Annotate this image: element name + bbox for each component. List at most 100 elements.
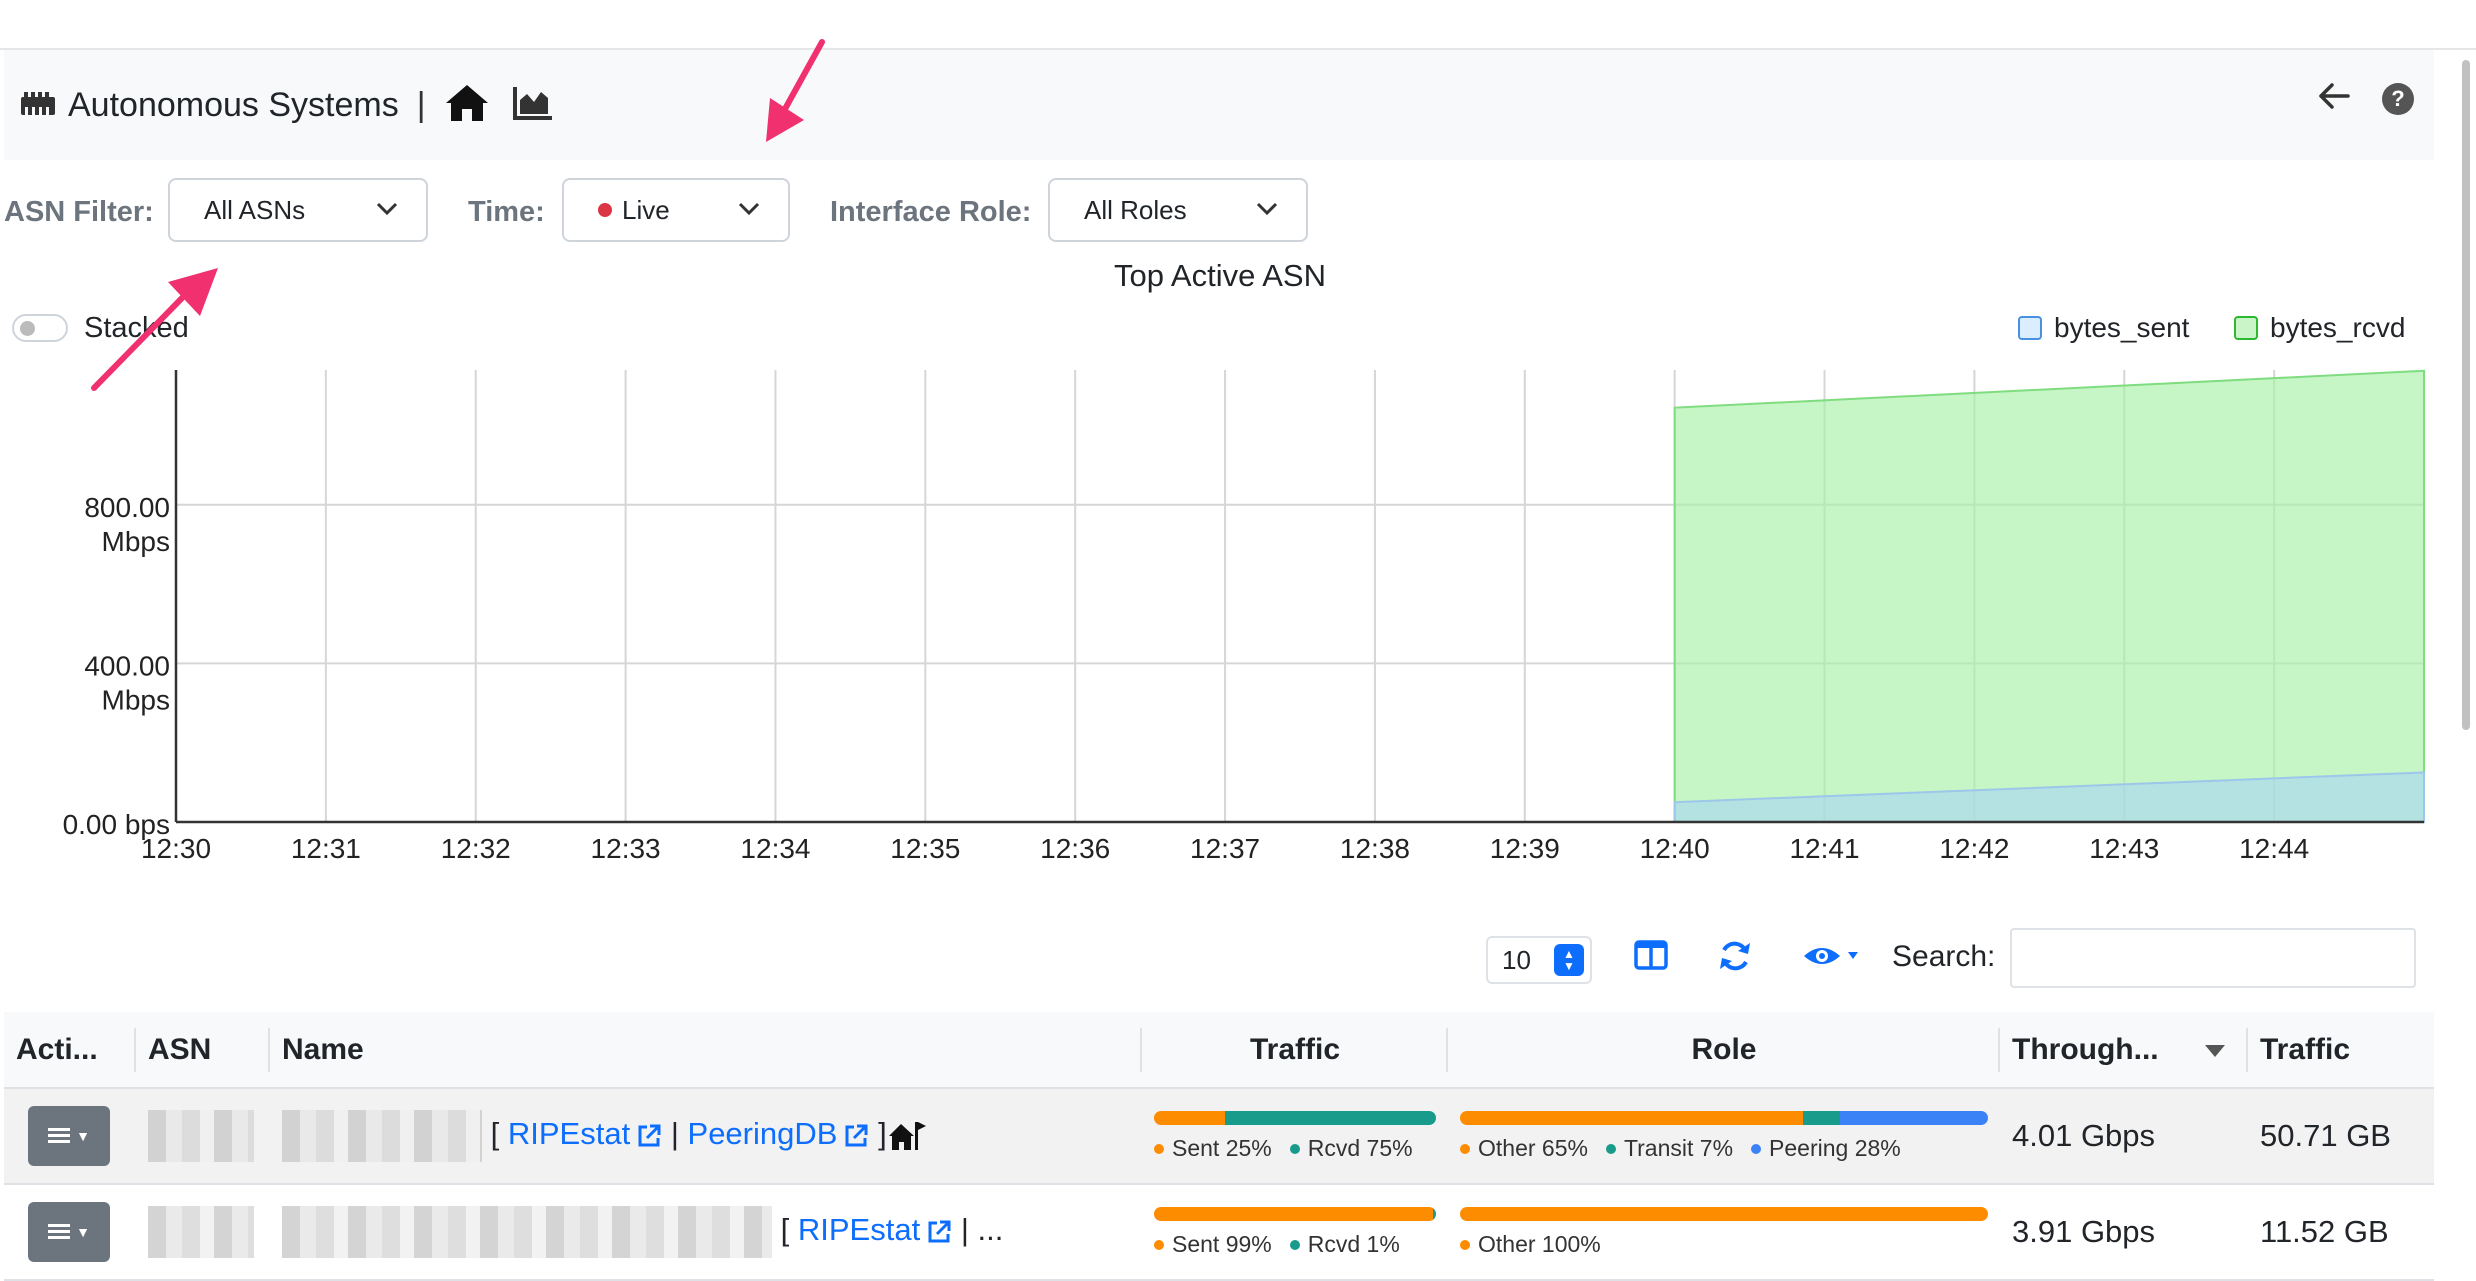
ripestat-link[interactable]: RIPEstat [508,1116,630,1151]
redacted-name [282,1110,482,1162]
x-tick-label: 12:32 [441,833,511,864]
bar-label: Other 100% [1460,1231,1601,1258]
x-tick-label: 12:34 [740,833,810,864]
columns-icon[interactable] [1634,940,1668,975]
traffic-bar-labels: Sent 99% Rcvd 1% [1154,1231,1436,1258]
role-bar-labels: Other 100% [1460,1231,1988,1258]
asn-cell [136,1184,270,1281]
x-tick-label: 12:35 [890,833,960,864]
interface-role-select[interactable]: All Roles [1048,178,1308,242]
bar-label: Transit 7% [1605,1135,1733,1162]
page-header: Autonomous Systems | ? [4,50,2434,160]
peeringdb-link[interactable]: PeeringDB [688,1116,838,1151]
row-actions-button[interactable]: ▼ [28,1106,110,1166]
role-bar [1460,1206,1988,1221]
title-separator: | [416,85,426,124]
table-toolbar: 10 ▲ ▼ Search: [0,928,2440,992]
table-row: ▼ [ RIPEstat | ... Sent 99% Rcvd 1% Other… [4,1184,2434,1281]
bar-segment [1840,1110,1988,1125]
help-icon[interactable]: ? [2382,82,2414,115]
stacked-toggle[interactable] [12,314,68,342]
bar-segment [1803,1110,1841,1125]
x-tick-label: 12:42 [1939,833,2009,864]
col-header-traffic[interactable]: Traffic [2248,1012,2434,1089]
x-tick-label: 12:36 [1040,833,1110,864]
page-scrollbar[interactable] [2462,60,2470,730]
page-length-value: 10 [1502,944,1531,975]
bar-segment [1154,1206,1434,1221]
annotation-arrow [766,39,825,142]
search-input[interactable] [2010,928,2416,988]
live-indicator-icon [598,203,612,217]
table-row: ▼ [ RIPEstat | PeeringDB ] Sent 25% Rcvd … [4,1088,2434,1185]
role-cell: Other 100% [1448,1184,2000,1281]
series-area-bytes-rcvd [1673,369,2425,823]
traffic-bar-labels: Sent 25% Rcvd 75% [1154,1135,1436,1162]
updown-icon: ▲ ▼ [1554,944,1584,976]
bar-segment [1154,1110,1225,1125]
list-icon [48,1128,71,1143]
asn-table: Acti... ASN Name Traffic Role Through...… [4,1012,2434,1281]
x-tick-label: 12:43 [2089,833,2159,864]
role-cell: Other 65% Transit 7% Peering 28% [1448,1088,2000,1185]
eye-dropdown-icon[interactable] [1802,940,1868,977]
time-value: Live [622,194,670,225]
col-header-actions[interactable]: Acti... [4,1012,136,1089]
chevron-down-icon [1256,202,1278,216]
refresh-icon[interactable] [1718,940,1752,977]
page-title: Autonomous Systems [68,85,399,124]
bar-label: Peering 28% [1751,1135,1901,1162]
y-tick-label: 800.00 [84,492,170,523]
redacted-name [282,1206,772,1258]
actions-cell: ▼ [4,1088,136,1185]
external-link-icon [845,1124,868,1147]
bar-label: Sent 25% [1154,1135,1272,1162]
actions-cell: ▼ [4,1184,136,1281]
col-header-name[interactable]: Name [270,1012,1142,1089]
chart-title: Top Active ASN [1114,258,1326,293]
bar-segment [1224,1110,1436,1125]
bar-label: Rcvd 1% [1289,1231,1400,1258]
col-header-throughput[interactable]: Through... [2000,1012,2248,1089]
bar-segment [1460,1110,1804,1125]
time-label: Time: [468,196,545,228]
house-flag-icon [888,1122,926,1150]
traffic-bar [1154,1110,1436,1125]
ripestat-link[interactable]: RIPEstat [798,1212,920,1247]
asn-filter-value: All ASNs [204,194,306,225]
legend-item-bytes-rcvd[interactable]: bytes_rcvd [2234,312,2405,344]
home-icon[interactable] [444,83,490,128]
legend-item-bytes-sent[interactable]: bytes_sent [2018,312,2189,344]
redacted-asn [148,1206,254,1258]
row-actions-button[interactable]: ▼ [28,1202,110,1262]
col-header-role[interactable]: Role [1448,1012,2000,1089]
traffic-breakdown-cell: Sent 99% Rcvd 1% [1142,1184,1448,1281]
search-label: Search: [1892,940,1996,973]
x-tick-label: 12:39 [1490,833,1560,864]
interface-role-label: Interface Role: [830,196,1032,228]
time-select[interactable]: Live [562,178,790,242]
list-icon [48,1224,71,1239]
col-header-traffic-breakdown[interactable]: Traffic [1142,1012,1448,1089]
x-tick-label: 12:38 [1340,833,1410,864]
asn-cell [136,1088,270,1185]
bar-segment [1433,1206,1436,1221]
page-length-select[interactable]: 10 ▲ ▼ [1486,936,1592,984]
x-tick-label: 12:40 [1640,833,1710,864]
x-tick-label: 12:37 [1190,833,1260,864]
throughput-cell: 3.91 Gbps [2000,1184,2248,1281]
y-tick-unit: Mbps [102,526,170,557]
legend-swatch [2018,316,2042,340]
area-chart-icon[interactable] [512,84,554,127]
name-cell: [ RIPEstat | ... [270,1184,1142,1281]
col-header-asn[interactable]: ASN [136,1012,270,1089]
back-arrow-icon[interactable] [2318,82,2350,115]
bar-label: Other 65% [1460,1135,1588,1162]
role-bar-labels: Other 65% Transit 7% Peering 28% [1460,1135,1988,1162]
external-link-icon [928,1220,951,1243]
asn-filter-select[interactable]: All ASNs [168,178,428,242]
throughput-cell: 4.01 Gbps [2000,1088,2248,1185]
x-tick-label: 12:41 [1789,833,1859,864]
x-tick-label: 12:44 [2239,833,2309,864]
chevron-down-icon [376,202,398,216]
